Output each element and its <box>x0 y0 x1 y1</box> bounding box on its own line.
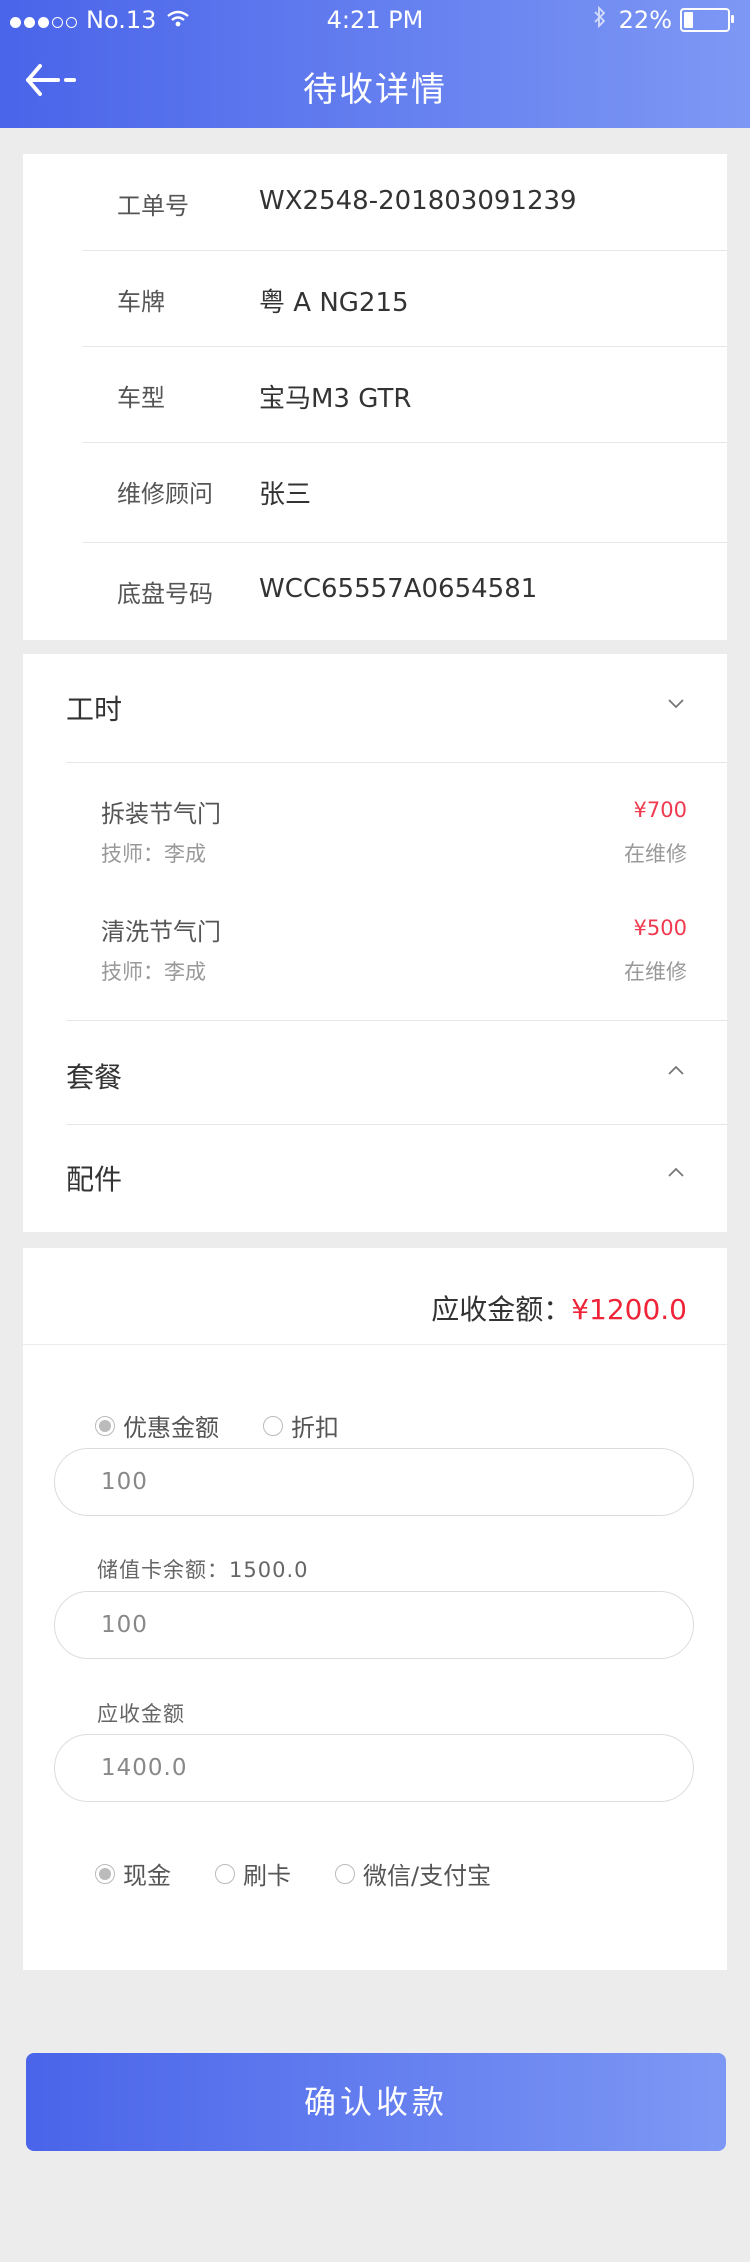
battery-percent: 22% <box>618 6 672 34</box>
info-row-model: 车型 宝马M3 GTR <box>83 346 727 443</box>
info-label: 底盘号码 <box>117 580 213 608</box>
receivable-label: 应收金额 <box>97 1702 185 1726</box>
chevron-down-icon <box>668 699 684 709</box>
info-label: 车型 <box>117 384 165 412</box>
info-value: WX2548-201803091239 <box>259 186 577 216</box>
radio-unchecked-icon <box>215 1863 235 1884</box>
amount-due-label: 应收金额： <box>431 1293 572 1326</box>
radio-unchecked-icon <box>335 1863 355 1884</box>
chevron-up-icon <box>668 1065 684 1075</box>
radio-label: 微信/支付宝 <box>363 1862 492 1890</box>
info-label: 工单号 <box>117 192 189 220</box>
radio-label: 折扣 <box>291 1414 339 1442</box>
radio-checked-icon <box>95 1863 115 1884</box>
section-title: 套餐 <box>66 1061 123 1094</box>
item-price: ¥500 <box>633 916 687 940</box>
radio-label: 现金 <box>123 1862 171 1890</box>
radio-discount-amount[interactable]: 优惠金额 <box>95 1408 219 1443</box>
info-row-advisor: 维修顾问 张三 <box>83 442 727 543</box>
section-header-labor[interactable]: 工时 <box>66 654 727 754</box>
card-amount-input[interactable]: 100 <box>54 1591 694 1659</box>
radio-label: 刷卡 <box>243 1862 291 1890</box>
bluetooth-icon <box>593 5 607 34</box>
page-title: 待收详情 <box>303 70 447 110</box>
payment-method-group: 现金 刷卡 微信/支付宝 <box>95 1856 535 1891</box>
divider <box>66 762 727 763</box>
status-bar: No.13 4:21 PM 22% <box>0 0 750 40</box>
order-info-card: 工单号 WX2548-201803091239 车牌 粤 A NG215 车型 … <box>23 154 727 640</box>
info-row-order-no: 工单号 WX2548-201803091239 <box>83 154 727 251</box>
radio-wechat-alipay[interactable]: 微信/支付宝 <box>335 1856 491 1891</box>
card-balance-label: 储值卡余额：1500.0 <box>97 1558 309 1582</box>
radio-label: 优惠金额 <box>123 1414 219 1442</box>
item-name: 清洗节气门 <box>101 918 221 946</box>
info-value: 宝马M3 GTR <box>259 384 412 414</box>
receivable-input[interactable]: 1400.0 <box>54 1734 694 1802</box>
battery-icon <box>680 8 734 32</box>
info-row-plate: 车牌 粤 A NG215 <box>83 250 727 347</box>
item-status: 在维修 <box>624 960 687 984</box>
discount-type-group: 优惠金额 折扣 <box>95 1408 383 1443</box>
amount-due-row: 应收金额：¥1200.0 <box>23 1248 727 1345</box>
radio-card[interactable]: 刷卡 <box>215 1856 291 1891</box>
amount-due-value: ¥1200.0 <box>571 1293 687 1326</box>
info-value: 粤 A NG215 <box>259 288 409 318</box>
radio-unchecked-icon <box>263 1415 283 1436</box>
header: No.13 4:21 PM 22% 待收详情 <box>0 0 750 128</box>
confirm-payment-button[interactable]: 确认收款 <box>26 2053 726 2151</box>
discount-input[interactable]: 100 <box>54 1448 694 1516</box>
section-title: 配件 <box>66 1163 123 1196</box>
radio-cash[interactable]: 现金 <box>95 1856 171 1891</box>
radio-checked-icon <box>95 1415 115 1436</box>
amount-due: 应收金额：¥1200.0 <box>431 1288 687 1328</box>
payment-card: 应收金额：¥1200.0 优惠金额 折扣 100 储值卡余额：1500.0 10… <box>23 1248 727 1970</box>
item-price: ¥700 <box>633 798 687 822</box>
info-label: 车牌 <box>117 288 165 316</box>
divider <box>66 1020 727 1021</box>
item-name: 拆装节气门 <box>101 800 221 828</box>
service-sections-card: 工时 拆装节气门 ¥700 技师：李成 在维修 清洗节气门 ¥500 技师：李成… <box>23 654 727 1232</box>
section-header-parts[interactable]: 配件 <box>66 1124 727 1224</box>
info-row-chassis: 底盘号码 WCC65557A0654581 <box>83 542 727 640</box>
item-technician: 技师：李成 <box>101 960 206 984</box>
info-value: WCC65557A0654581 <box>259 574 538 604</box>
section-title: 工时 <box>66 693 123 726</box>
info-value: 张三 <box>259 480 312 510</box>
item-technician: 技师：李成 <box>101 842 206 866</box>
item-status: 在维修 <box>624 842 687 866</box>
chevron-up-icon <box>668 1167 684 1177</box>
section-header-package[interactable]: 套餐 <box>66 1022 727 1122</box>
info-label: 维修顾问 <box>117 480 213 508</box>
radio-discount-rate[interactable]: 折扣 <box>263 1408 339 1443</box>
